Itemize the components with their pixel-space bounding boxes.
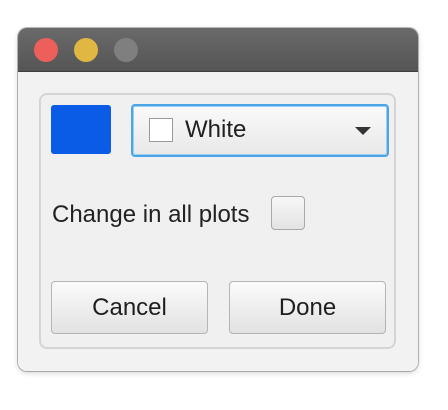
options-panel: White Change in all plots Cancel Done [39,93,396,349]
minimize-window-button[interactable] [74,38,98,62]
dialog-content: White Change in all plots Cancel Done [18,72,418,371]
maximize-window-button[interactable] [114,38,138,62]
chevron-down-icon [355,127,371,135]
color-dialog-window: White Change in all plots Cancel Done [18,28,418,371]
title-bar[interactable] [18,28,418,72]
selected-color-label: White [185,116,247,143]
change-in-all-plots-label: Change in all plots [52,201,250,228]
close-window-button[interactable] [34,38,58,62]
color-select-dropdown[interactable]: White [131,104,389,157]
current-color-swatch[interactable] [51,105,111,154]
selected-color-preview [149,118,173,142]
change-in-all-plots-checkbox[interactable] [271,196,305,230]
cancel-button[interactable]: Cancel [51,281,208,334]
done-button[interactable]: Done [229,281,386,334]
